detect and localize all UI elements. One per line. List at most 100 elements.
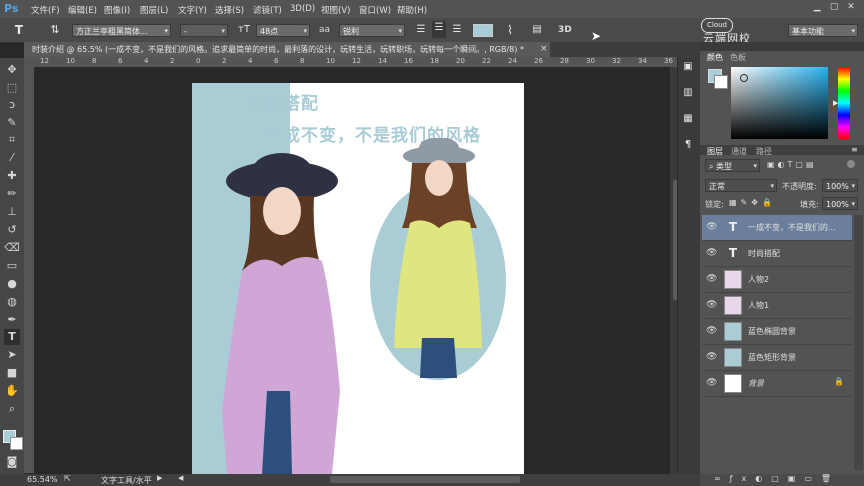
marquee-tool-icon[interactable]: ⬚ bbox=[4, 80, 20, 96]
align-center-icon[interactable]: ☰ bbox=[432, 21, 446, 38]
blur-tool-icon[interactable]: ● bbox=[4, 276, 20, 292]
dodge-tool-icon[interactable]: ◍ bbox=[4, 294, 20, 310]
visibility-eye-icon[interactable]: 👁 bbox=[706, 222, 717, 232]
layer-row[interactable]: 👁 蓝色椭圆背景 bbox=[702, 319, 852, 345]
layers-scrollbar[interactable] bbox=[854, 215, 863, 470]
history-brush-tool-icon[interactable]: ↺ bbox=[4, 222, 20, 238]
rectangle-tool-icon[interactable]: ■ bbox=[4, 365, 20, 381]
toggle-text-orientation-icon[interactable]: ⇅ bbox=[47, 23, 63, 37]
layer-row[interactable]: 👁 T 一成不变，不是我们的... bbox=[702, 215, 852, 241]
hand-tool-icon[interactable]: ✋ bbox=[4, 383, 20, 399]
visibility-eye-icon[interactable]: 👁 bbox=[706, 352, 717, 362]
antialias-select[interactable]: 锐利 ▾ bbox=[339, 24, 405, 37]
visibility-eye-icon[interactable]: 👁 bbox=[706, 274, 717, 284]
menu-layer[interactable]: 图层(L) bbox=[140, 4, 168, 16]
panel-menu-icon[interactable]: ≡ bbox=[851, 145, 858, 154]
close-icon[interactable]: ✕ bbox=[844, 2, 858, 12]
brush-tool-icon[interactable]: ✏ bbox=[4, 186, 20, 202]
menu-3d[interactable]: 3D(D) bbox=[290, 4, 315, 14]
jeans-shape bbox=[262, 391, 292, 474]
type-tool-icon[interactable]: T bbox=[4, 329, 20, 345]
zoom-tool-icon[interactable]: ⌕ bbox=[4, 401, 20, 417]
healing-brush-tool-icon[interactable]: ✚ bbox=[4, 168, 20, 184]
blend-mode-select[interactable]: 正常 ▾ bbox=[705, 179, 777, 192]
move-tool-icon[interactable]: ✥ bbox=[4, 62, 20, 78]
zoom-level[interactable]: 65.54% bbox=[27, 475, 58, 484]
gradient-tool-icon[interactable]: ▭ bbox=[4, 258, 20, 274]
3d-text-button[interactable]: 3D bbox=[558, 25, 572, 35]
tab-layers[interactable]: 图层 bbox=[707, 146, 723, 157]
menu-type[interactable]: 文字(Y) bbox=[178, 4, 207, 16]
lock-icons[interactable]: ▦✎✥🔒 bbox=[729, 198, 776, 207]
warp-text-icon[interactable]: ⌇ bbox=[503, 23, 517, 37]
layer-filter-icons[interactable]: ▣◐T▢▤ bbox=[767, 160, 817, 169]
visibility-eye-icon[interactable]: 👁 bbox=[706, 248, 717, 258]
font-size-select[interactable]: 48点 ▾ bbox=[256, 24, 310, 37]
history-panel-icon[interactable]: ▣ bbox=[681, 60, 695, 74]
font-family-select[interactable]: 方正兰亭粗黑简体... ▾ bbox=[72, 24, 171, 37]
layer-row[interactable]: 👁 背景 🔒 bbox=[702, 371, 852, 397]
canvas-title-text[interactable]: 时尚搭配 bbox=[247, 89, 319, 114]
close-tab-icon[interactable]: × bbox=[540, 44, 548, 54]
character-panel-icon[interactable]: ▤ bbox=[530, 23, 544, 37]
quick-select-tool-icon[interactable]: ✎ bbox=[4, 115, 20, 131]
tab-paths[interactable]: 路径 bbox=[756, 146, 772, 157]
scroll-left-arrow-icon[interactable]: ◀ bbox=[178, 474, 183, 482]
minimize-icon[interactable]: ▁ bbox=[810, 2, 824, 12]
menu-window[interactable]: 窗口(W) bbox=[359, 4, 391, 16]
layer-row[interactable]: 👁 蓝色矩形背景 bbox=[702, 345, 852, 371]
tab-channels[interactable]: 通道 bbox=[731, 146, 747, 157]
adjustments-panel-icon[interactable]: ▦ bbox=[681, 112, 695, 126]
layer-footer-icons[interactable]: ∞ƒx◐▢▣▭🗑 bbox=[714, 474, 840, 483]
align-right-icon[interactable]: ☰ bbox=[450, 23, 464, 37]
fill-field[interactable]: 100% ▾ bbox=[822, 197, 858, 210]
layer-filter-select[interactable]: ⌕ 类型 ▾ bbox=[705, 159, 760, 172]
tab-swatches[interactable]: 色板 bbox=[730, 52, 746, 63]
menu-help[interactable]: 帮助(H) bbox=[397, 4, 427, 16]
color-background-swatch[interactable] bbox=[714, 75, 728, 89]
status-share-icon[interactable]: ⇱ bbox=[64, 474, 71, 483]
status-menu-arrow-icon[interactable]: ▶ bbox=[157, 474, 162, 482]
visibility-eye-icon[interactable]: 👁 bbox=[706, 326, 717, 336]
info-panel-icon[interactable]: ¶ bbox=[681, 138, 695, 152]
ruler-tick-label: 8 bbox=[300, 57, 305, 65]
pen-tool-icon[interactable]: ✒ bbox=[4, 312, 20, 328]
quick-mask-icon[interactable]: ◙ bbox=[4, 454, 20, 470]
path-select-tool-icon[interactable]: ➤ bbox=[4, 347, 20, 363]
opacity-field[interactable]: 100% ▾ bbox=[822, 179, 858, 192]
eraser-tool-icon[interactable]: ⌫ bbox=[4, 240, 20, 256]
align-left-icon[interactable]: ☰ bbox=[414, 23, 428, 37]
eyedropper-tool-icon[interactable]: ⁄ bbox=[4, 150, 20, 166]
properties-panel-icon[interactable]: ▥ bbox=[681, 86, 695, 100]
layer-row[interactable]: 👁 T 时尚搭配 bbox=[702, 241, 852, 267]
document-tab[interactable]: 时装介绍 @ 65.5% (一成不变，不是我们的风格。追求最简单的时尚，最利落的… bbox=[24, 42, 550, 57]
document-canvas[interactable]: 时尚搭配 一成不变，不是我们的风格 bbox=[192, 83, 524, 474]
hue-slider[interactable] bbox=[838, 67, 850, 139]
hue-slider-arrow-icon[interactable]: ▶ bbox=[833, 99, 838, 107]
menu-image[interactable]: 图像(I) bbox=[104, 4, 130, 16]
window-controls: ▁ ▢ ✕ bbox=[810, 2, 858, 12]
visibility-eye-icon[interactable]: 👁 bbox=[706, 378, 717, 388]
tab-color[interactable]: 颜色 bbox=[707, 52, 723, 63]
visibility-eye-icon[interactable]: 👁 bbox=[706, 300, 717, 310]
font-style-select[interactable]: - ▾ bbox=[180, 24, 228, 37]
horizontal-scroll-thumb[interactable] bbox=[330, 476, 520, 483]
lasso-tool-icon[interactable]: ↄ bbox=[4, 97, 20, 113]
layer-row[interactable]: 👁 人物1 bbox=[702, 293, 852, 319]
menu-edit[interactable]: 编辑(E) bbox=[68, 4, 97, 16]
menu-select[interactable]: 选择(S) bbox=[215, 4, 244, 16]
layer-row[interactable]: 👁 人物2 bbox=[702, 267, 852, 293]
workspace-select[interactable]: 基本功能 ▾ bbox=[788, 24, 858, 37]
menu-view[interactable]: 视图(V) bbox=[321, 4, 350, 16]
color-picker-cursor[interactable] bbox=[740, 74, 748, 82]
filter-toggle-icon[interactable] bbox=[847, 160, 855, 168]
text-color-swatch[interactable] bbox=[473, 24, 493, 37]
type-tool-preset-icon[interactable]: T bbox=[12, 23, 26, 37]
crop-tool-icon[interactable]: ⌗ bbox=[4, 132, 20, 148]
background-color-swatch[interactable] bbox=[10, 437, 23, 450]
maximize-icon[interactable]: ▢ bbox=[827, 2, 841, 12]
menu-file[interactable]: 文件(F) bbox=[31, 4, 60, 16]
menu-filter[interactable]: 滤镜(T) bbox=[253, 4, 282, 16]
clone-stamp-tool-icon[interactable]: ⊥ bbox=[4, 204, 20, 220]
ruler-tick-label: 4 bbox=[248, 57, 253, 65]
